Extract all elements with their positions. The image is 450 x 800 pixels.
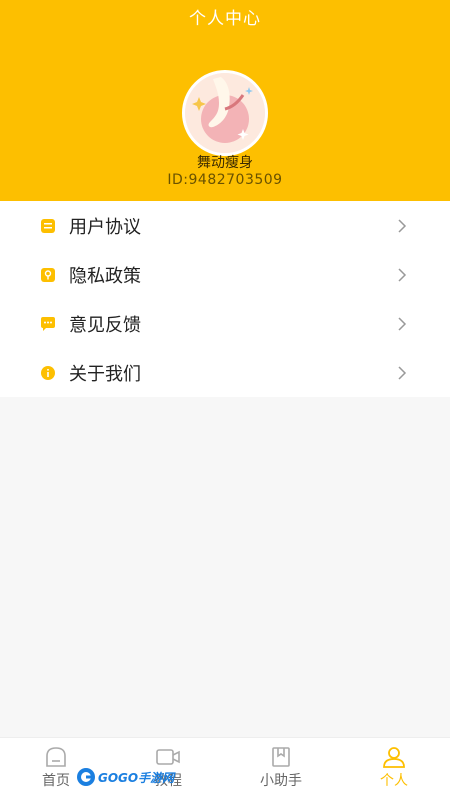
watermark-text: GOGO手游网 [98,770,175,785]
chevron-right-icon [398,365,407,380]
gogo-logo-icon [77,768,95,786]
user-id: ID:9482703509 [167,172,283,188]
avatar[interactable] [182,70,268,156]
menu-item-user-agreement[interactable]: 用户协议 [0,201,450,250]
page-title: 个人中心 [189,9,261,29]
settings-menu: 用户协议 隐私政策 意见反馈 关于我们 [0,201,450,397]
tab-label: 个人 [380,773,408,789]
bottom-tab-bar: 首页 教程 小助手 个人 [0,737,450,800]
bookmark-book-icon [272,747,290,767]
menu-item-label: 意见反馈 [69,314,141,336]
ballet-foot-icon [185,73,265,153]
watermark: GOGO手游网 [76,765,186,789]
username: 舞动瘦身 [197,155,253,171]
chevron-right-icon [398,218,407,233]
menu-item-label: 用户协议 [69,216,141,238]
chat-bubble-icon [41,316,55,331]
tab-assistant[interactable]: 小助手 [225,738,337,800]
info-icon [41,365,55,380]
chevron-right-icon [398,316,407,331]
person-icon [383,747,405,768]
document-icon [41,218,55,233]
menu-item-feedback[interactable]: 意见反馈 [0,299,450,348]
menu-item-label: 关于我们 [69,363,141,385]
profile-header: 个人中心 舞动瘦身 ID:9482703509 [0,0,450,201]
chevron-right-icon [398,267,407,282]
tab-profile[interactable]: 个人 [338,738,450,800]
menu-item-privacy-policy[interactable]: 隐私政策 [0,250,450,299]
menu-item-about-us[interactable]: 关于我们 [0,348,450,397]
menu-item-label: 隐私政策 [69,265,141,287]
privacy-lock-icon [41,267,55,282]
tab-label: 小助手 [260,773,302,789]
home-icon [46,747,66,767]
